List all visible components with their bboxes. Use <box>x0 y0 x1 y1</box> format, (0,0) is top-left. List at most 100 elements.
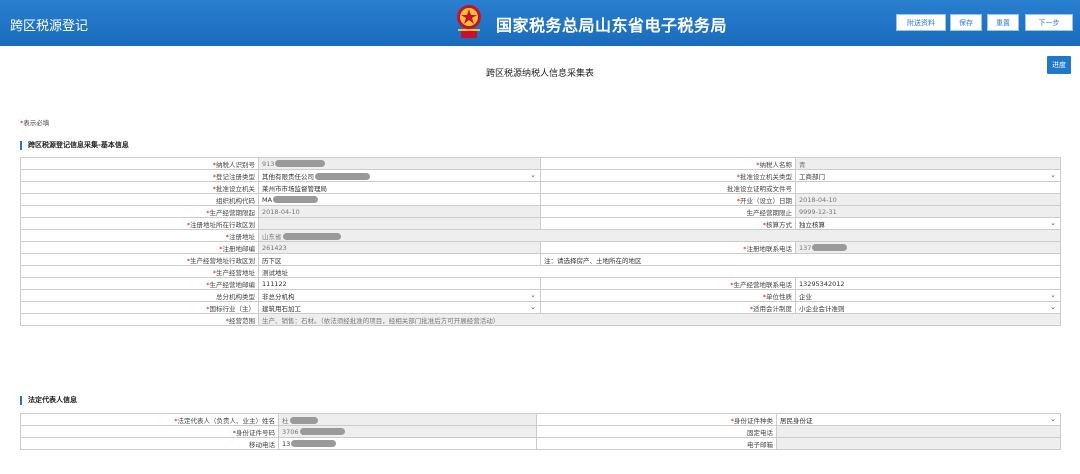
basic-label: *注册地邮编 <box>20 241 259 254</box>
save-button[interactable]: 保存 <box>950 14 982 31</box>
basic-label: *生产经营期限起 <box>20 205 259 218</box>
basic-label: *国标行业（主） <box>20 301 259 314</box>
basic-label-text: 国标行业（主） <box>209 304 256 313</box>
basic-label-text: 注册地址所在行政区划 <box>190 220 255 229</box>
basic-value[interactable]: 建筑用石加工 ⌄ <box>258 301 541 314</box>
legal-label-text: 身份证件种类 <box>734 416 773 425</box>
legal-label: 电子邮箱 <box>536 437 777 450</box>
basic-label-text: 经营范围 <box>229 316 255 325</box>
basic-row: *纳税人识别号 913 *纳税人名称青 <box>20 157 1061 170</box>
legal-value-text: 居民身份证 <box>780 416 813 425</box>
basic-label-text: 注册地邮编 <box>222 244 256 253</box>
progress-button[interactable]: 进度 <box>1047 56 1071 74</box>
basic-label-text: 登记注册类型 <box>216 172 255 181</box>
basic-label-text: 生产经营期限止 <box>746 208 793 217</box>
basic-label: *批准设立机关类型 <box>540 169 796 182</box>
basic-value[interactable]: 独立核算 ⌄ <box>795 217 1061 230</box>
chevron-down-icon[interactable]: ⌄ <box>1050 171 1056 179</box>
basic-value[interactable]: MA <box>258 193 541 206</box>
basic-value[interactable]: 13295342012 <box>795 277 1061 290</box>
basic-value[interactable]: 企业 ⌄ <box>795 289 1061 302</box>
legal-rep-table: *法定代表人（负责人、业主）姓名杜 *身份证件种类 居民身份证 ⌄ *身份证件号码 370… <box>20 413 1061 450</box>
legal-value <box>776 437 1061 450</box>
basic-value[interactable]: 莱州市市场监督管理局 <box>258 181 541 194</box>
basic-note: 注：请选择房产、土地所在的地区 <box>540 253 1061 266</box>
basic-value: 261423 <box>258 241 541 254</box>
basic-value: 青 <box>795 157 1061 170</box>
legal-row: 移动电话 13 电子邮箱 <box>20 437 1061 450</box>
legal-value[interactable]: 13 <box>278 437 537 450</box>
legal-value[interactable]: 居民身份证 ⌄ <box>776 413 1061 426</box>
basic-value[interactable]: 其他有限责任公司 ⌄ <box>258 169 541 182</box>
site-title: 国家税务总局山东省电子税务局 <box>496 16 728 35</box>
basic-value-text: 工商部门 <box>799 172 825 181</box>
legal-label-text: 固定电话 <box>747 428 773 437</box>
legal-value-text: 13 <box>282 439 291 448</box>
basic-value[interactable]: 非总分机构 ⌄ <box>258 289 541 302</box>
basic-value-text: 9999-12-31 <box>799 207 837 216</box>
basic-label-text: 注册地址 <box>229 232 255 241</box>
basic-value[interactable]: 历下区 <box>258 253 541 266</box>
basic-value-text: 111122 <box>262 279 287 288</box>
basic-label: *批准设立机关 <box>20 181 259 194</box>
basic-value-text: 2018-04-10 <box>799 195 837 204</box>
chevron-down-icon[interactable]: ⌄ <box>1050 415 1056 423</box>
chevron-down-icon[interactable]: ⌄ <box>530 291 536 299</box>
basic-value-text: 非总分机构 <box>262 292 295 301</box>
basic-label-text: 纳税人识别号 <box>216 160 255 169</box>
legal-label-text: 电子邮箱 <box>747 440 773 449</box>
reset-button[interactable]: 重置 <box>987 14 1019 31</box>
required-note-text: 表示必填 <box>23 119 50 127</box>
basic-label: *开业（设立）日期 <box>540 193 796 206</box>
basic-value-text: 建筑用石加工 <box>262 304 301 313</box>
redacted-mask <box>291 440 337 447</box>
basic-row: *生产经营地址行政区划 历下区 注：请选择房产、土地所在的地区 <box>20 253 1061 266</box>
basic-label-text: 生产经营地邮编 <box>209 280 256 289</box>
basic-label: *生产经营地邮编 <box>20 277 259 290</box>
tax-emblem-icon <box>457 5 481 38</box>
basic-label-text: 生产经营期限起 <box>209 208 256 217</box>
basic-label: *注册地址 <box>20 229 259 242</box>
legal-label-text: 移动电话 <box>249 440 275 449</box>
basic-label-text: 纳税人名称 <box>759 160 793 169</box>
basic-value[interactable]: 测试地址 <box>258 265 1061 278</box>
basic-label: *注册地联系电话 <box>540 241 796 254</box>
basic-info-table: *纳税人识别号 913 *纳税人名称青 *登记注册类型 其他有限责任公司 ⌄ *批准设立机关… <box>20 157 1061 326</box>
basic-value-text: 913 <box>262 159 275 168</box>
basic-label: *经营范围 <box>20 313 259 326</box>
basic-label: *生产经营地址行政区划 <box>20 253 259 266</box>
basic-row: 总分机构类型 非总分机构 ⌄ *单位性质 企业 ⌄ <box>20 289 1061 302</box>
chevron-down-icon[interactable]: ⌄ <box>1050 303 1056 311</box>
basic-value: 2018-04-10 <box>795 193 1061 206</box>
basic-value[interactable]: 工商部门 ⌄ <box>795 169 1061 182</box>
chevron-down-icon[interactable]: ⌄ <box>530 303 536 311</box>
basic-value: 2018-04-10 <box>258 205 541 218</box>
basic-row: *登记注册类型 其他有限责任公司 ⌄ *批准设立机关类型 工商部门 ⌄ <box>20 169 1061 182</box>
legal-value: 杜 <box>278 413 537 426</box>
basic-value[interactable]: 111122 <box>258 277 541 290</box>
top-bar: 跨区税源登记 国家税务总局山东省电子税务局 附送资料 保存 重置 下一步 <box>0 0 1080 46</box>
chevron-down-icon[interactable]: ⌄ <box>530 171 536 179</box>
basic-value-text: MA <box>262 195 273 204</box>
redacted-mask <box>812 244 848 251</box>
basic-value[interactable]: 小企业会计准则 ⌄ <box>795 301 1061 314</box>
attach-docs-button[interactable]: 附送资料 <box>896 14 946 31</box>
legal-label: *法定代表人（负责人、业主）姓名 <box>20 413 279 426</box>
basic-label-text: 组织机构代码 <box>216 196 255 205</box>
basic-label: 总分机构类型 <box>20 289 259 302</box>
chevron-down-icon[interactable]: ⌄ <box>1050 219 1056 227</box>
basic-label-text: 总分机构类型 <box>216 292 255 301</box>
basic-label: *登记注册类型 <box>20 169 259 182</box>
basic-row: *生产经营期限起 2018-04-10 生产经营期限止 9999-12-31 <box>20 205 1061 218</box>
next-step-button[interactable]: 下一步 <box>1025 14 1073 31</box>
basic-row: *注册地邮编 261423 *注册地联系电话 137 <box>20 241 1061 254</box>
legal-row: *法定代表人（负责人、业主）姓名杜 *身份证件种类 居民身份证 ⌄ <box>20 413 1061 426</box>
basic-value-text: 261423 <box>262 243 287 252</box>
basic-label: *生产经营地址 <box>20 265 259 278</box>
legal-label: *身份证件种类 <box>536 413 777 426</box>
basic-label: *生产经营地联系电话 <box>540 277 796 290</box>
basic-label-text: 批准设立机关 <box>216 184 255 193</box>
chevron-down-icon[interactable]: ⌄ <box>1050 291 1056 299</box>
basic-value[interactable] <box>795 181 1061 194</box>
basic-value-text: 测试地址 <box>262 268 288 277</box>
